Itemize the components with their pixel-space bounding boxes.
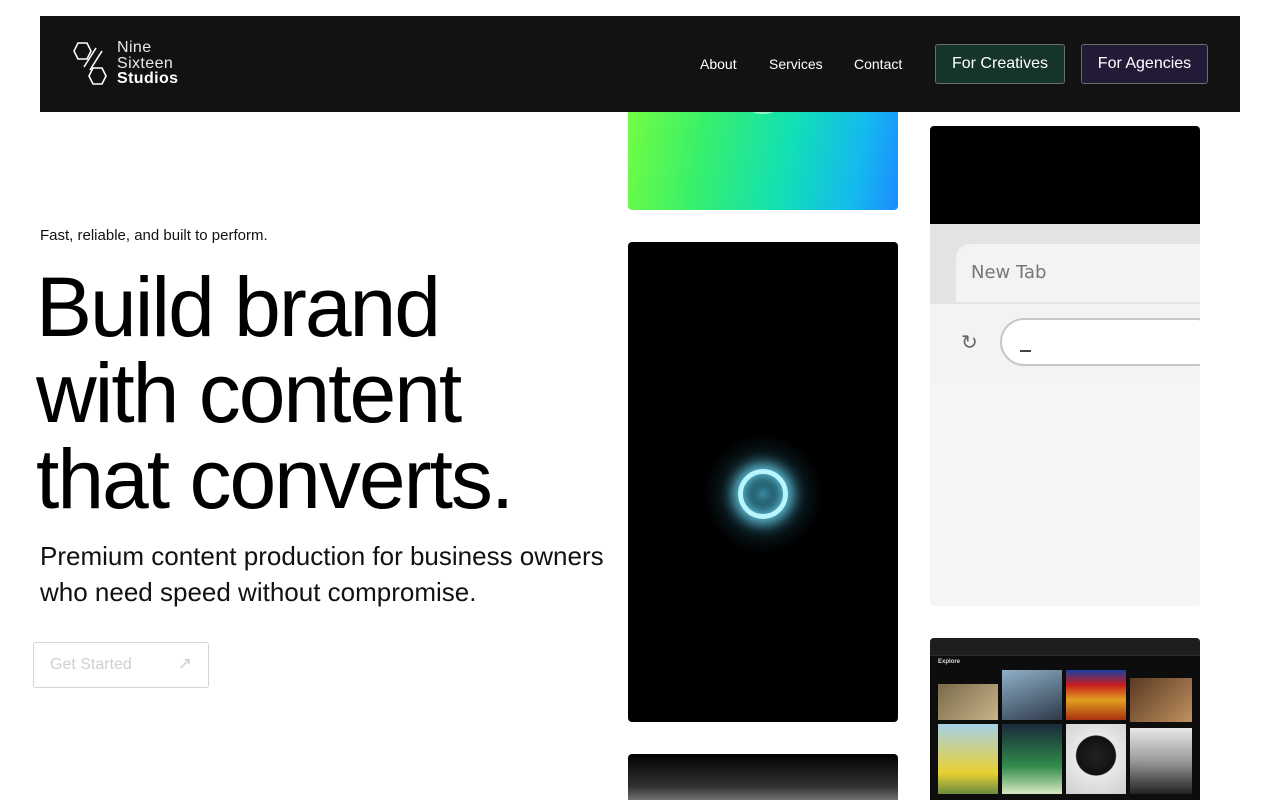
- gallery-thumbnail: [938, 724, 998, 794]
- get-started-label: Get Started: [50, 656, 132, 673]
- gallery-thumbnail: [1002, 724, 1062, 794]
- browser-tab-label: New Tab: [971, 262, 1047, 283]
- browser-new-tab-media-tile: New Tab ↻: [930, 126, 1200, 606]
- hero-tagline: Fast, reliable, and built to perform.: [40, 227, 268, 244]
- gallery-thumbnail: [1002, 670, 1062, 720]
- dark-fade-media-tile: [628, 754, 898, 800]
- nav-link-about[interactable]: About: [700, 56, 737, 72]
- explore-gallery-media-tile: Explore: [930, 638, 1200, 800]
- glowing-orb-media-tile: [628, 242, 898, 722]
- gallery-thumbnail: [1066, 670, 1126, 720]
- orb-ring: [738, 469, 788, 519]
- explore-title: Explore: [938, 659, 961, 665]
- get-started-button[interactable]: Get Started ↗: [33, 642, 209, 688]
- brand-name-line1: Nine: [117, 39, 152, 56]
- browser-address-bar: [1000, 318, 1200, 366]
- gallery-thumbnail: [1130, 728, 1192, 794]
- nav-link-services[interactable]: Services: [769, 56, 823, 72]
- gallery-thumbnail: [1066, 724, 1126, 794]
- headline-line-1: Build brand: [36, 260, 441, 354]
- hexagon-logo-icon[interactable]: [70, 40, 110, 88]
- gallery-thumbnail: [938, 684, 998, 720]
- for-creatives-button[interactable]: For Creatives: [935, 44, 1065, 84]
- hero-headline: Build brand with content that converts.: [36, 264, 616, 522]
- for-agencies-button[interactable]: For Agencies: [1081, 44, 1208, 84]
- browser-tile-dark-area: [930, 126, 1200, 224]
- reload-icon: ↻: [961, 332, 978, 354]
- headline-line-3: that converts.: [36, 432, 514, 526]
- nav-link-contact[interactable]: Contact: [854, 56, 902, 72]
- brand-wordmark[interactable]: Nine Sixteen Studios: [117, 40, 178, 87]
- gallery-thumbnail: [1130, 678, 1192, 722]
- text-cursor: [1020, 350, 1031, 352]
- headline-line-2: with content: [36, 346, 462, 440]
- hero-subheading: Premium content production for business …: [40, 541, 604, 607]
- explore-browser-chrome: [930, 638, 1200, 656]
- brand-name-line2: Sixteen: [117, 54, 174, 72]
- brand-name-line3: Studios: [117, 70, 179, 87]
- top-navigation-bar: Nine Sixteen Studios About Services Cont…: [40, 16, 1240, 112]
- arrow-up-right-icon: ↗: [177, 654, 192, 673]
